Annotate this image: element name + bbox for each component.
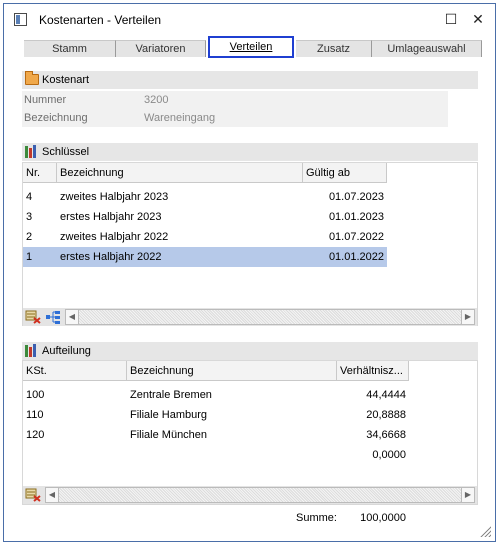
- column-gueltig-ab[interactable]: Gültig ab: [303, 163, 387, 183]
- tree-structure-icon[interactable]: [45, 310, 61, 324]
- tab-stamm[interactable]: Stamm: [24, 40, 116, 57]
- cell-nr: 3: [26, 211, 33, 223]
- cell-bezeichnung: Filiale Hamburg: [130, 409, 208, 421]
- cell-verhaeltnis: 44,4444: [366, 389, 406, 401]
- tab-strip: Stamm Variatoren Verteilen Zusatz Umlage…: [12, 36, 490, 58]
- table-row[interactable]: 3 erstes Halbjahr 2023 01.01.2023: [23, 207, 387, 227]
- cell-nr: 1: [26, 251, 33, 263]
- table-row[interactable]: 100 Zentrale Bremen 44,4444: [23, 385, 409, 405]
- cell-bezeichnung: erstes Halbjahr 2022: [60, 251, 162, 263]
- cell-kst: 120: [26, 429, 45, 441]
- maximize-button[interactable]: ☐: [440, 9, 462, 29]
- nummer-field[interactable]: 3200: [144, 91, 450, 109]
- tab-zusatz[interactable]: Zusatz: [296, 40, 372, 57]
- bezeichnung-label: Bezeichnung: [24, 112, 88, 124]
- schluessel-grid: Nr. Bezeichnung Gültig ab 4 zweites Halb…: [22, 162, 478, 326]
- cell-bezeichnung: Filiale München: [130, 429, 208, 441]
- column-kst[interactable]: KSt.: [23, 361, 127, 381]
- aufteilung-title: Aufteilung: [42, 345, 91, 357]
- aufteilung-header: Aufteilung: [22, 342, 478, 360]
- scroll-left-icon[interactable]: ◀: [65, 309, 79, 325]
- scroll-right-icon[interactable]: ▶: [461, 487, 475, 503]
- cell-nr: 2: [26, 231, 33, 243]
- schluessel-title: Schlüssel: [42, 146, 90, 158]
- folder-icon: [25, 71, 39, 85]
- table-row[interactable]: 0,0000: [23, 445, 409, 465]
- nummer-row: Nummer 3200: [22, 91, 448, 109]
- delete-record-icon[interactable]: [25, 310, 41, 324]
- tab-verteilen[interactable]: Verteilen: [208, 36, 294, 58]
- cell-gueltig-ab: 01.01.2022: [328, 251, 384, 263]
- aufteilung-horizontal-scrollbar[interactable]: ◀ ▶: [45, 487, 475, 503]
- table-row[interactable]: 120 Filiale München 34,6668: [23, 425, 409, 445]
- column-bezeichnung[interactable]: Bezeichnung: [127, 361, 337, 381]
- window-title: Kostenarten - Verteilen: [39, 13, 162, 27]
- scroll-right-icon[interactable]: ▶: [461, 309, 475, 325]
- close-button[interactable]: ✕: [467, 9, 489, 29]
- aufteilung-grid-body: 100 Zentrale Bremen 44,4444 110 Filiale …: [23, 381, 409, 485]
- summe-value: 100,0000: [360, 512, 406, 524]
- kostenarten-window: Kostenarten - Verteilen ☐ ✕ Stamm Variat…: [3, 3, 496, 542]
- column-bezeichnung[interactable]: Bezeichnung: [57, 163, 303, 183]
- cell-bezeichnung: [127, 445, 337, 465]
- aufteilung-grid: KSt. Bezeichnung Verhältnisz... 100 Zent…: [22, 360, 478, 505]
- cell-gueltig-ab: 01.07.2023: [328, 191, 384, 203]
- scroll-left-icon[interactable]: ◀: [45, 487, 59, 503]
- cell-kst: 110: [26, 409, 44, 421]
- books-icon: [25, 344, 39, 357]
- column-verhaeltnis[interactable]: Verhältnisz...: [337, 361, 409, 381]
- cell-gueltig-ab: 01.01.2023: [328, 211, 384, 223]
- table-row[interactable]: 4 zweites Halbjahr 2023 01.07.2023: [23, 187, 387, 207]
- books-icon: [25, 145, 39, 158]
- cell-bezeichnung: erstes Halbjahr 2023: [60, 211, 162, 223]
- title-bar: Kostenarten - Verteilen ☐ ✕: [4, 4, 495, 34]
- table-row[interactable]: 2 zweites Halbjahr 2022 01.07.2022: [23, 227, 387, 247]
- table-row-selected[interactable]: 1 erstes Halbjahr 2022 01.01.2022: [23, 247, 387, 267]
- nummer-label: Nummer: [24, 94, 67, 106]
- cell-gueltig-ab: 01.07.2022: [328, 231, 384, 243]
- cell-kst: 100: [26, 389, 45, 401]
- column-nr[interactable]: Nr.: [23, 163, 57, 183]
- schluessel-grid-header: Nr. Bezeichnung Gültig ab: [23, 163, 387, 183]
- cell-bezeichnung: zweites Halbjahr 2022: [60, 231, 169, 243]
- summe-label: Summe:: [296, 512, 337, 524]
- cell-kst: [23, 445, 127, 465]
- cell-verhaeltnis: 20,8888: [366, 409, 406, 421]
- app-icon: [14, 13, 27, 26]
- cell-nr: 4: [26, 191, 33, 203]
- aufteilung-toolbar: ◀ ▶: [23, 486, 477, 504]
- bezeichnung-row: Bezeichnung Wareneingang: [22, 109, 448, 127]
- kostenart-header: Kostenart: [22, 71, 478, 89]
- schluessel-header: Schlüssel: [22, 143, 478, 161]
- cell-bezeichnung: Zentrale Bremen: [130, 389, 212, 401]
- bezeichnung-field[interactable]: Wareneingang: [144, 109, 450, 127]
- cell-verhaeltnis: 0,0000: [372, 449, 406, 461]
- tab-umlageauswahl[interactable]: Umlageauswahl: [372, 40, 482, 57]
- cell-bezeichnung: zweites Halbjahr 2023: [60, 191, 169, 203]
- schluessel-toolbar: ◀ ▶: [23, 308, 477, 326]
- tab-variatoren[interactable]: Variatoren: [116, 40, 206, 57]
- kostenart-title: Kostenart: [42, 74, 90, 86]
- table-row[interactable]: 110 Filiale Hamburg 20,8888: [23, 405, 409, 425]
- schluessel-horizontal-scrollbar[interactable]: ◀ ▶: [65, 309, 475, 325]
- resize-grip-icon[interactable]: [479, 525, 491, 537]
- tab-verteilen-label: Verteilen: [229, 41, 273, 53]
- cell-verhaeltnis: 34,6668: [366, 429, 406, 441]
- aufteilung-grid-header: KSt. Bezeichnung Verhältnisz...: [23, 361, 409, 381]
- schluessel-grid-body: 4 zweites Halbjahr 2023 01.07.2023 3 ers…: [23, 183, 387, 307]
- delete-record-icon[interactable]: [25, 488, 41, 502]
